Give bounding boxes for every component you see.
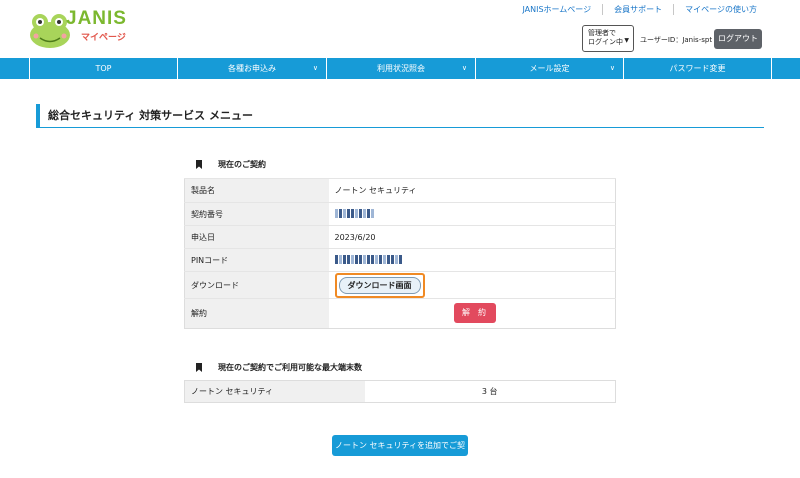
bookmark-icon	[196, 363, 202, 372]
bookmark-icon	[196, 160, 202, 169]
logo-subtitle: マイページ	[81, 33, 126, 43]
contract-section-heading: 現在のご契約	[196, 159, 266, 170]
row-key-download: ダウンロード	[184, 271, 329, 299]
row-key-apply-date: 申込日	[184, 225, 329, 249]
table-row: 解約	[184, 298, 616, 329]
row-value-download: ダウンロード画面	[328, 271, 616, 299]
nav-applications-label: 各種お申込み	[228, 64, 276, 73]
contract-heading-text: 現在のご契約	[218, 160, 266, 169]
redacted-contract-number	[334, 208, 375, 220]
table-row: 申込日 2023/6/20	[184, 225, 616, 249]
main-nav: TOP 各種お申込み ∨ 利用状況照会 ∨ メール設定 ∨ パスワード変更	[0, 58, 800, 79]
add-contract-button[interactable]: ノートン セキュリティを追加でご契約	[332, 435, 468, 471]
row-value-pin	[328, 248, 616, 272]
table-row: 製品名 ノートン セキュリティ	[184, 178, 616, 203]
caret-down-icon: ▼	[624, 37, 629, 44]
nav-usage-inquiry-label: 利用状況照会	[377, 64, 425, 73]
logout-button[interactable]: ログアウト	[714, 29, 762, 49]
limit-section-heading: 現在のご契約でご利用可能な最大端末数	[196, 362, 362, 373]
nav-mail-settings-label: メール設定	[529, 64, 570, 73]
download-screen-button[interactable]: ダウンロード画面	[338, 276, 421, 294]
cancel-contract-button[interactable]: 解約	[454, 303, 496, 323]
table-row: 契約番号	[184, 202, 616, 226]
limit-product-name: ノートン セキュリティ	[184, 380, 365, 403]
row-key-contract-number: 契約番号	[184, 202, 329, 226]
row-value-product: ノートン セキュリティ	[328, 178, 616, 203]
limit-heading-text: 現在のご契約でご利用可能な最大端末数	[218, 363, 362, 372]
logo-text: JANIS	[66, 8, 127, 29]
top-links: JANISホームページ 会員サポート マイページの使い方	[511, 4, 768, 15]
row-key-pin: PINコード	[184, 248, 329, 272]
link-member-support[interactable]: 会員サポート	[602, 4, 673, 15]
page-title: 総合セキュリティ 対策サービス メニュー	[36, 104, 764, 128]
table-row: PINコード	[184, 248, 616, 272]
nav-password-change-label: パスワード変更	[669, 64, 726, 73]
row-value-apply-date: 2023/6/20	[328, 225, 616, 249]
row-key-cancel: 解約	[184, 298, 329, 329]
table-row: ダウンロード ダウンロード画面	[184, 271, 616, 299]
nav-applications[interactable]: 各種お申込み ∨	[178, 58, 327, 79]
nav-top[interactable]: TOP	[29, 58, 178, 79]
contract-table: 製品名 ノートン セキュリティ 契約番号 申込日 2023/6/20 PINコー…	[184, 178, 616, 329]
device-limit-table: ノートン セキュリティ 3 台	[184, 380, 616, 403]
link-mypage-guide[interactable]: マイページの使い方	[673, 4, 768, 15]
nav-password-change[interactable]: パスワード変更	[624, 58, 772, 79]
nav-top-label: TOP	[95, 64, 112, 73]
row-key-product: 製品名	[184, 178, 329, 203]
chevron-down-icon: ∨	[461, 64, 467, 72]
chevron-down-icon: ∨	[312, 64, 318, 72]
table-row: ノートン セキュリティ 3 台	[184, 380, 616, 403]
chevron-down-icon: ∨	[609, 64, 615, 72]
link-janis-home[interactable]: JANISホームページ	[511, 4, 602, 15]
admin-login-select[interactable]: 管理者で ログイン中 ▼	[582, 25, 634, 52]
redacted-pin-code	[334, 254, 403, 266]
limit-device-count: 3 台	[364, 380, 616, 403]
nav-usage-inquiry[interactable]: 利用状況照会 ∨	[327, 58, 476, 79]
download-button-highlight: ダウンロード画面	[334, 272, 425, 298]
user-id-label: ユーザーID：Janis-spt	[640, 36, 713, 44]
row-value-contract-number	[328, 202, 616, 226]
nav-mail-settings[interactable]: メール設定 ∨	[476, 58, 624, 79]
